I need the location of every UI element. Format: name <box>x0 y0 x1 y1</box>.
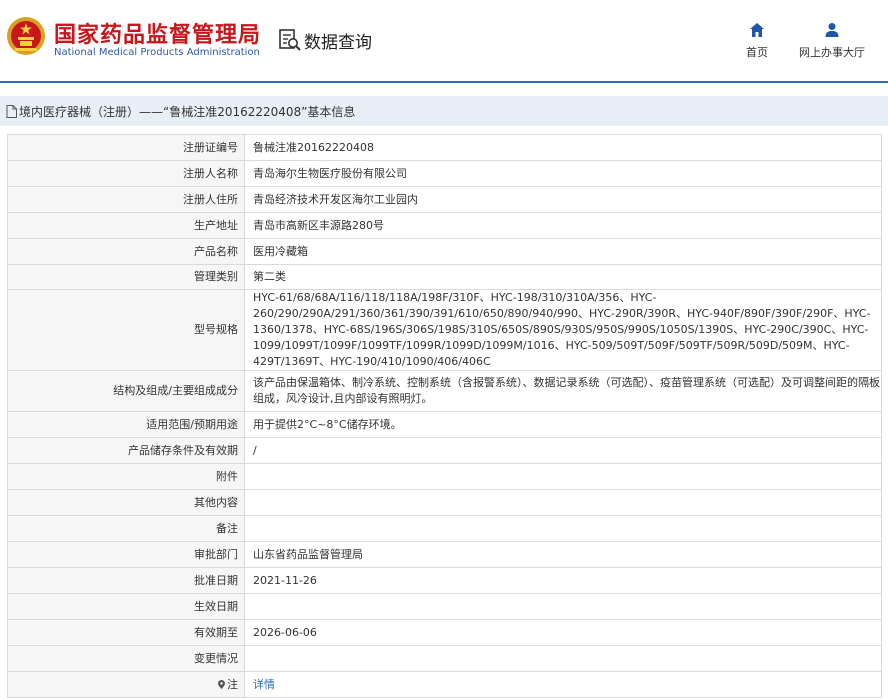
table-row: 管理类别 第二类 <box>7 264 882 290</box>
field-label: 管理类别 <box>7 264 245 290</box>
field-label: 型号规格 <box>7 289 245 371</box>
note-value-cell: 详情 <box>244 671 882 698</box>
nav-home-label: 首页 <box>746 46 768 59</box>
table-row-note: 注 详情 <box>7 671 882 698</box>
field-value: 青岛海尔生物医疗股份有限公司 <box>244 160 882 187</box>
field-value: 该产品由保温箱体、制冷系统、控制系统（含报警系统）、数据记录系统（可选配）、疫苗… <box>244 370 882 412</box>
national-emblem-icon <box>7 17 45 55</box>
table-row: 审批部门 山东省药品监督管理局 <box>7 541 882 568</box>
table-row: 附件 <box>7 463 882 490</box>
field-label: 结构及组成/主要组成成分 <box>7 370 245 412</box>
table-row: 有效期至 2026-06-06 <box>7 619 882 646</box>
note-label-cell: 注 <box>7 671 245 698</box>
field-value <box>244 593 882 620</box>
site-logo-english: National Medical Products Administration <box>54 47 260 58</box>
table-row: 变更情况 <box>7 645 882 672</box>
field-label: 有效期至 <box>7 619 245 646</box>
field-label: 产品名称 <box>7 238 245 265</box>
field-value: 青岛经济技术开发区海尔工业园内 <box>244 186 882 213</box>
field-value: HYC-61/68/68A/116/118/118A/198F/310F、HYC… <box>244 289 882 371</box>
document-icon <box>6 104 17 118</box>
field-label: 其他内容 <box>7 489 245 516</box>
field-value: 鲁械注准20162220408 <box>244 134 882 161</box>
document-search-icon <box>279 29 301 51</box>
field-label: 审批部门 <box>7 541 245 568</box>
header-divider <box>0 81 888 83</box>
table-row: 生效日期 <box>7 593 882 620</box>
nav-online-hall-button[interactable]: 网上办事大厅 <box>797 22 867 60</box>
field-value: 2021-11-26 <box>244 567 882 594</box>
field-label: 注册人名称 <box>7 160 245 187</box>
table-row: 注册证编号 鲁械注准20162220408 <box>7 134 882 161</box>
table-row: 产品储存条件及有效期 / <box>7 437 882 464</box>
field-label: 备注 <box>7 515 245 542</box>
field-value: 2026-06-06 <box>244 619 882 646</box>
field-value: 青岛市高新区丰源路280号 <box>244 212 882 239</box>
field-value <box>244 463 882 490</box>
field-value <box>244 489 882 516</box>
note-label: 注 <box>227 677 238 691</box>
data-query-label: 数据查询 <box>304 32 372 53</box>
table-row: 型号规格 HYC-61/68/68A/116/118/118A/198F/310F… <box>7 289 882 371</box>
table-row: 备注 <box>7 515 882 542</box>
table-row: 适用范围/预期用途 用于提供2°C~8°C储存环境。 <box>7 411 882 438</box>
device-info-table: 注册证编号 鲁械注准20162220408 注册人名称 青岛海尔生物医疗股份有限公司注… <box>7 134 882 698</box>
table-row: 结构及组成/主要组成成分 该产品由保温箱体、制冷系统、控制系统（含报警系统）、数据… <box>7 370 882 412</box>
field-label: 适用范围/预期用途 <box>7 411 245 438</box>
field-label: 变更情况 <box>7 645 245 672</box>
site-header: 国家药品监督管理局 National Medical Products Admi… <box>0 0 888 82</box>
field-label: 附件 <box>7 463 245 490</box>
nav-online-hall-label: 网上办事大厅 <box>799 46 865 59</box>
user-icon <box>825 23 839 37</box>
field-value <box>244 645 882 672</box>
breadcrumb: 境内医疗器械（注册）——“鲁械注准20162220408”基本信息 <box>0 96 888 126</box>
field-label: 生效日期 <box>7 593 245 620</box>
table-row: 其他内容 <box>7 489 882 516</box>
field-value <box>244 515 882 542</box>
field-value: 第二类 <box>244 264 882 290</box>
details-link[interactable]: 详情 <box>253 678 275 691</box>
table-row: 注册人住所 青岛经济技术开发区海尔工业园内 <box>7 186 882 213</box>
table-row: 批准日期 2021-11-26 <box>7 567 882 594</box>
home-icon <box>750 23 764 37</box>
data-query-title: 数据查询 <box>278 28 372 53</box>
field-value: 山东省药品监督管理局 <box>244 541 882 568</box>
field-label: 批准日期 <box>7 567 245 594</box>
location-pin-icon <box>218 679 225 689</box>
field-value: 用于提供2°C~8°C储存环境。 <box>244 411 882 438</box>
field-label: 产品储存条件及有效期 <box>7 437 245 464</box>
breadcrumb-text: 境内医疗器械（注册）——“鲁械注准20162220408”基本信息 <box>19 104 356 119</box>
field-label: 注册证编号 <box>7 134 245 161</box>
field-label: 注册人住所 <box>7 186 245 213</box>
field-value: / <box>244 437 882 464</box>
table-row: 产品名称 医用冷藏箱 <box>7 238 882 265</box>
table-row: 生产地址 青岛市高新区丰源路280号 <box>7 212 882 239</box>
field-label: 生产地址 <box>7 212 245 239</box>
table-row: 注册人名称 青岛海尔生物医疗股份有限公司 <box>7 160 882 187</box>
site-logo-chinese: 国家药品监督管理局 <box>54 23 262 48</box>
field-value: 医用冷藏箱 <box>244 238 882 265</box>
nav-home-button[interactable]: 首页 <box>722 22 792 60</box>
